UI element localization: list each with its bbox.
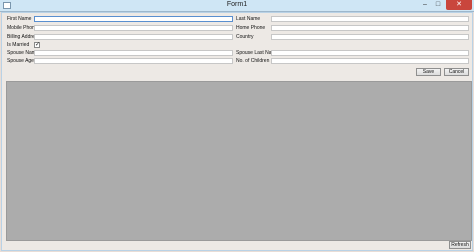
spouse-age-field[interactable] [34, 58, 233, 64]
first-name-label: First Name [7, 16, 32, 22]
no-of-children-label: No. of Children [236, 58, 270, 64]
save-button[interactable]: Save [416, 68, 441, 76]
spouse-name-field[interactable] [34, 50, 233, 56]
is-married-checkbox[interactable]: ✓ [34, 42, 40, 48]
minimize-icon[interactable]: – [419, 0, 431, 10]
first-name-field[interactable] [34, 16, 233, 22]
title-bar[interactable]: Form1 – □ ✕ [0, 0, 474, 12]
spouse-last-name-field[interactable] [271, 50, 469, 56]
maximize-icon[interactable]: □ [432, 0, 444, 10]
mobile-phone-label: Mobile Phone [7, 25, 38, 31]
no-of-children-field[interactable] [271, 58, 469, 64]
refresh-button[interactable]: Refresh [449, 241, 471, 249]
is-married-label: Is Married [7, 42, 30, 48]
last-name-field[interactable] [271, 16, 469, 22]
spouse-age-label: Spouse Age [7, 58, 34, 64]
billing-address-field[interactable] [34, 34, 233, 40]
home-phone-label: Home Phone [236, 25, 266, 31]
country-field[interactable] [271, 34, 469, 40]
last-name-label: Last Name [236, 16, 261, 22]
cancel-button[interactable]: Cancel [444, 68, 469, 76]
mobile-phone-field[interactable] [34, 25, 233, 31]
form-client-area: First Name Mobile Phone Billing Address … [1, 12, 473, 251]
data-grid[interactable] [6, 81, 472, 241]
window-title: Form1 [226, 1, 248, 8]
home-phone-field[interactable] [271, 25, 469, 31]
close-icon[interactable]: ✕ [446, 0, 472, 10]
country-label: Country [236, 34, 254, 40]
